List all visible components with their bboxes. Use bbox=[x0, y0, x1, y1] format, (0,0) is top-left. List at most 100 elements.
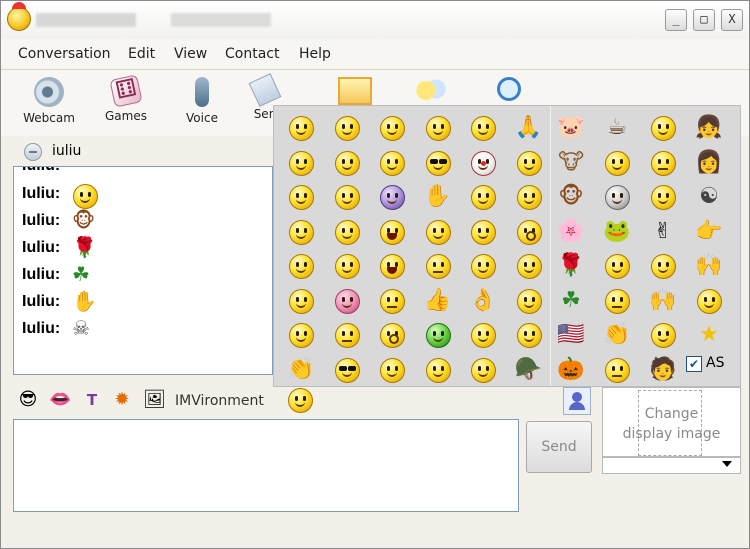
cry-emoticon-icon[interactable] bbox=[514, 148, 544, 178]
menu-contact[interactable]: Contact bbox=[225, 46, 279, 62]
flower-emoticon-icon[interactable]: 🌸 bbox=[556, 217, 586, 247]
voice-button[interactable]: Voice bbox=[172, 74, 232, 126]
party-emoticon-icon[interactable] bbox=[468, 217, 498, 247]
flag-emoticon-icon[interactable]: 🇺🇸 bbox=[556, 320, 586, 350]
star-emoticon-icon[interactable]: ★ bbox=[694, 320, 724, 350]
think2-emoticon-icon[interactable] bbox=[602, 251, 632, 281]
talk-emoticon-icon[interactable] bbox=[377, 355, 407, 385]
whistle-emoticon-icon[interactable] bbox=[377, 148, 407, 178]
pig-emoticon-icon[interactable]: 🐷 bbox=[556, 113, 586, 143]
frog-emoticon-icon[interactable]: 🐸 bbox=[602, 217, 632, 247]
send-button[interactable]: Send bbox=[526, 421, 592, 473]
smirk-emoticon-icon[interactable] bbox=[332, 182, 362, 212]
hands-emoticon-icon[interactable]: 🙌 bbox=[694, 251, 724, 281]
display-image-dropdown[interactable] bbox=[602, 457, 741, 474]
autoscroll-toggle[interactable]: ✔ AS bbox=[686, 355, 736, 376]
shy-emoticon-icon[interactable] bbox=[286, 251, 316, 281]
angel-emoticon-icon[interactable] bbox=[468, 182, 498, 212]
laugh2-emoticon-icon[interactable] bbox=[377, 251, 407, 281]
ok-emoticon-icon[interactable]: 👌 bbox=[468, 286, 498, 316]
menu-help[interactable]: Help bbox=[299, 46, 331, 62]
think-emoticon-icon[interactable] bbox=[648, 182, 678, 212]
emoticons-button-icon[interactable]: 😎 bbox=[17, 389, 39, 411]
rolleyes-emoticon-icon[interactable] bbox=[648, 320, 678, 350]
laugh-emoticon-icon[interactable] bbox=[286, 148, 316, 178]
smile2-emoticon-icon[interactable] bbox=[286, 286, 316, 316]
menu-view[interactable]: View bbox=[174, 46, 207, 62]
audible-icon[interactable] bbox=[285, 385, 315, 415]
devil-emoticon-icon[interactable] bbox=[377, 182, 407, 212]
monkey-emoticon-icon[interactable]: 🐵 bbox=[556, 182, 586, 212]
tongue-emoticon-icon[interactable] bbox=[332, 148, 362, 178]
laugh-emoticon-icon[interactable] bbox=[694, 286, 724, 316]
skull-emoticon-icon[interactable] bbox=[602, 182, 632, 212]
sad-emoticon-icon[interactable] bbox=[602, 286, 632, 316]
dizzy-emoticon-icon[interactable] bbox=[468, 320, 498, 350]
imvironment-icon[interactable]: 🖼 bbox=[143, 389, 166, 411]
grin-emoticon-icon[interactable] bbox=[377, 113, 407, 143]
menu-edit[interactable]: Edit bbox=[128, 46, 155, 62]
angry-emoticon-icon[interactable] bbox=[468, 251, 498, 281]
hush-emoticon-icon[interactable] bbox=[377, 320, 407, 350]
bigmouth-emoticon-icon[interactable] bbox=[286, 217, 316, 247]
hand-emoticon-icon[interactable]: ✋ bbox=[423, 182, 453, 212]
angel2-emoticon-icon[interactable] bbox=[468, 355, 498, 385]
sweat-emoticon-icon[interactable] bbox=[423, 217, 453, 247]
sad-emoticon-icon[interactable] bbox=[423, 251, 453, 281]
yawn-emoticon-icon[interactable] bbox=[332, 251, 362, 281]
girl-emoticon-icon[interactable]: 👧 bbox=[694, 113, 724, 143]
peace-emoticon-icon[interactable]: ✌ bbox=[648, 217, 678, 247]
cup-emoticon-icon[interactable]: ☕ bbox=[602, 113, 632, 143]
pumpkin-emoticon-icon[interactable]: 🎃 bbox=[556, 355, 586, 385]
frown-emoticon-icon[interactable] bbox=[332, 320, 362, 350]
thumbsup-emoticon-icon[interactable]: 👍 bbox=[423, 286, 453, 316]
autoscroll-checkbox[interactable]: ✔ bbox=[686, 356, 702, 372]
games-button[interactable]: Games bbox=[96, 74, 156, 124]
message-input[interactable] bbox=[13, 419, 519, 512]
confused2-emoticon-icon[interactable] bbox=[514, 320, 544, 350]
cow-emoticon-icon[interactable]: 🐮 bbox=[556, 148, 586, 178]
sleepy-emoticon-icon[interactable] bbox=[514, 182, 544, 212]
kiss-emoticon-icon[interactable] bbox=[332, 113, 362, 143]
clover-emoticon-icon[interactable]: ☘ bbox=[556, 286, 586, 316]
lips-icon[interactable]: 👄 bbox=[49, 389, 71, 411]
confused-emoticon-icon[interactable] bbox=[286, 320, 316, 350]
clap-emoticon-icon[interactable]: 👏 bbox=[602, 320, 632, 350]
nudge-icon[interactable]: ✹ bbox=[111, 389, 133, 411]
blush-emoticon-icon[interactable] bbox=[286, 182, 316, 212]
surprised-emoticon-icon[interactable] bbox=[514, 217, 544, 247]
glasses-emoticon-icon[interactable] bbox=[332, 355, 362, 385]
pray-emoticon-icon[interactable]: 🙏 bbox=[514, 113, 544, 143]
grin2-emoticon-icon[interactable] bbox=[602, 355, 632, 385]
thinking-emoticon-icon[interactable] bbox=[468, 113, 498, 143]
nerd-emoticon-icon[interactable] bbox=[423, 148, 453, 178]
neutral-emoticon-icon[interactable] bbox=[377, 286, 407, 316]
wink2-emoticon-icon[interactable] bbox=[332, 217, 362, 247]
display-image-toggle-icon[interactable] bbox=[563, 387, 591, 415]
shout-emoticon-icon[interactable] bbox=[377, 217, 407, 247]
rose-emoticon-icon[interactable]: 🌹 bbox=[556, 251, 586, 281]
smile-emoticon-icon[interactable] bbox=[648, 113, 678, 143]
eyeroll-emoticon-icon[interactable] bbox=[514, 286, 544, 316]
contact-name[interactable]: iuliu bbox=[52, 143, 81, 159]
webcam-button[interactable]: Webcam bbox=[19, 74, 79, 126]
hands2-emoticon-icon[interactable]: 🙌 bbox=[648, 286, 678, 316]
font-icon[interactable]: T bbox=[81, 389, 103, 411]
person-emoticon-icon[interactable]: 🧑 bbox=[648, 355, 678, 385]
green-emoticon-icon[interactable] bbox=[423, 320, 453, 350]
frown-emoticon-icon[interactable] bbox=[648, 148, 678, 178]
close-button[interactable]: X bbox=[721, 9, 743, 31]
photos-button[interactable] bbox=[325, 74, 385, 109]
eat-emoticon-icon[interactable] bbox=[648, 251, 678, 281]
smile-emoticon-icon[interactable] bbox=[286, 113, 316, 143]
imvironment-button[interactable]: IMVironment bbox=[175, 393, 264, 409]
menu-conversation[interactable]: Conversation bbox=[18, 46, 111, 62]
woman-emoticon-icon[interactable]: 👩 bbox=[694, 148, 724, 178]
conversation-history[interactable]: Iuliu: Iuliu: Iuliu: 🐵 Iuliu: 🌹 Iuliu: ☘… bbox=[13, 166, 273, 375]
minimize-button[interactable]: _ bbox=[665, 9, 687, 31]
display-image-box[interactable]: Change display image bbox=[602, 387, 741, 457]
search-button[interactable] bbox=[479, 74, 539, 105]
viking-emoticon-icon[interactable]: 🪖 bbox=[514, 355, 544, 385]
yinyang-emoticon-icon[interactable]: ☯ bbox=[694, 182, 724, 212]
presence-status-icon[interactable] bbox=[24, 143, 42, 161]
